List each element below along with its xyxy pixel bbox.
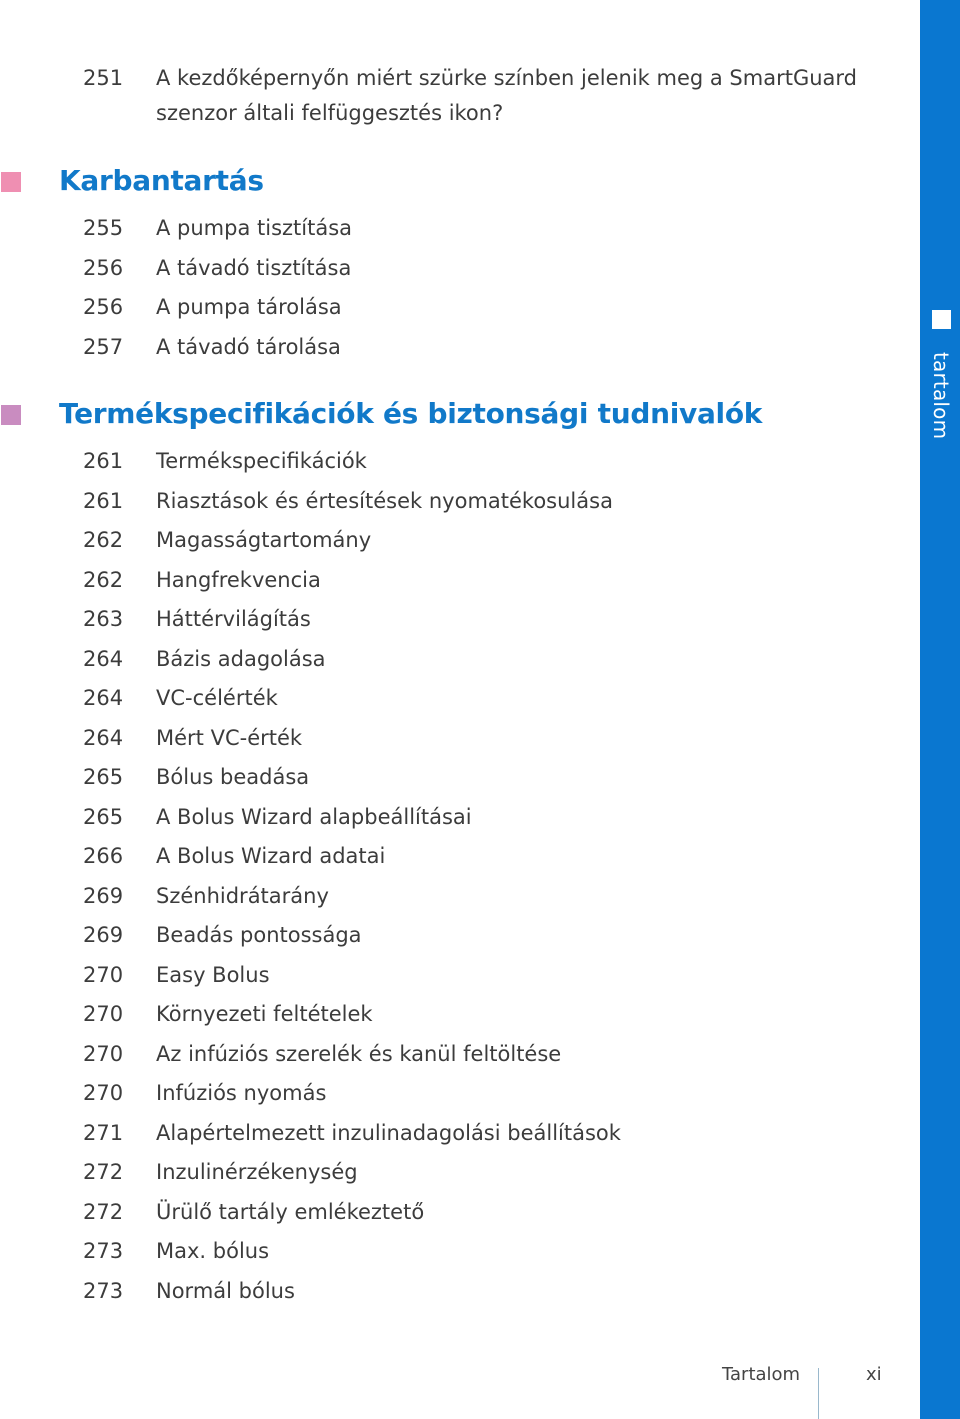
toc-page-number: 273 [83,1278,124,1303]
toc-entry-title: A Bolus Wizard alapbeállításai [156,804,472,829]
toc-page-number: 255 [83,216,124,240]
toc-page-number: 262 [83,528,124,552]
toc-entry-title: Normál bólus [156,1278,295,1303]
toc-page-number: 265 [83,804,124,829]
toc-entry-title: Termékspecifikációk [156,449,367,473]
section-marker-icon [1,172,21,192]
toc-page-number: 264 [83,686,124,710]
toc-entry-title: Ürülő tartály emlékeztető [156,1199,425,1224]
toc-entry-title: Háttérvilágítás [156,607,311,631]
toc-entry-title: A távadó tisztítása [156,255,352,280]
toc-page-number: 266 [83,844,124,868]
toc-page-number: 271 [83,1120,124,1145]
section-title: Karbantartás [59,164,264,197]
toc-page-number: 273 [83,1239,124,1263]
toc-entry-title: Mért VC-érték [156,725,303,750]
toc-page-number: 270 [83,1081,124,1105]
side-tab-label: tartalom [929,352,953,440]
toc-page-number: 256 [83,295,124,319]
toc-entry-title: Környezeti feltételek [156,1002,373,1026]
toc-page-number: 264 [83,725,124,750]
footer-page-number: xi [866,1364,882,1385]
toc-entry-title: Hangfrekvencia [156,567,321,592]
toc-entry-title: Easy Bolus [156,962,270,987]
toc-page-number: 269 [83,923,124,947]
toc-page-number: 262 [83,567,124,592]
toc-entry-title: Szénhidrátarány [156,883,329,908]
toc-entry-title: A pumpa tárolása [156,295,342,319]
footer-divider [818,1368,819,1419]
toc-page-number: 270 [83,962,124,987]
toc-page-number: 272 [83,1160,124,1184]
toc-entry-title: VC-célérték [156,686,278,710]
section-title: Termékspecifikációk és biztonsági tudniv… [59,397,763,430]
side-tab[interactable] [920,0,960,1419]
toc-entry-title: A távadó tárolása [156,334,341,359]
toc-entry-title: Az infúziós szerelék és kanül feltöltése [156,1041,562,1066]
toc-entry-title: szenzor általi felfüggesztés ikon? [156,101,504,125]
toc-entry-title: A Bolus Wizard adatai [156,844,386,868]
side-tab-square-icon [932,310,951,329]
toc-page-number: 251 [83,66,124,90]
toc-entry-title: Bázis adagolása [156,646,326,671]
toc-entry-title: Beadás pontossága [156,923,362,947]
toc-entry-title: Alapértelmezett inzulinadagolási beállít… [156,1120,621,1145]
toc-entry-title: Riasztások és értesítések nyomatékosulás… [156,488,613,513]
toc-entry-title: Magasságtartomány [156,528,372,552]
toc-page-number: 265 [83,765,124,789]
toc-entry-title: A pumpa tisztítása [156,216,353,240]
toc-page-number: 256 [83,255,124,280]
section-marker-icon [1,405,21,425]
toc-entry-title: Max. bólus [156,1239,270,1263]
footer-section-label: Tartalom [722,1364,801,1385]
toc-page-number: 269 [83,883,124,908]
toc-page-number: 257 [83,334,124,359]
toc-page-number: 270 [83,1041,124,1066]
toc-page-number: 272 [83,1199,124,1224]
toc-entry-title: A kezdőképernyőn miért szürke színben je… [156,66,857,90]
toc-page-number: 263 [83,607,124,631]
toc-entry-title: Inzulinérzékenység [156,1160,358,1184]
toc-page-number: 264 [83,646,124,671]
toc-page-number: 261 [83,449,124,473]
toc-page-number: 270 [83,1002,124,1026]
toc-entry-title: Bólus beadása [156,765,310,789]
toc-entry-title: Infúziós nyomás [156,1081,327,1105]
toc-page-number: 261 [83,488,124,513]
